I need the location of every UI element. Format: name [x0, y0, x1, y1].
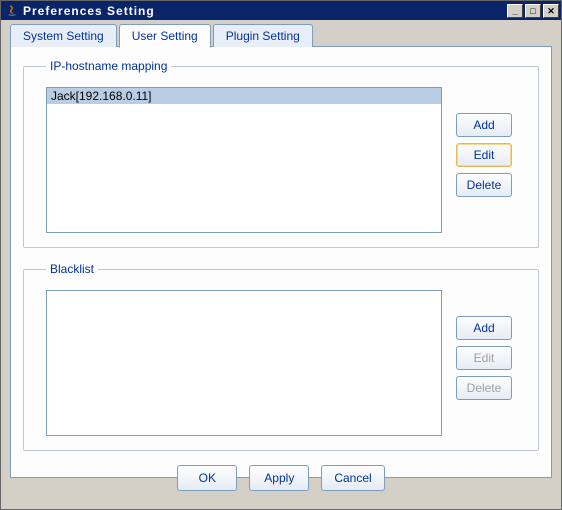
window-title: Preferences Setting [23, 4, 507, 18]
mapping-buttons: Add Edit Delete [456, 87, 512, 233]
close-button[interactable]: ✕ [543, 4, 559, 18]
titlebar[interactable]: Preferences Setting _ □ ✕ [1, 1, 561, 20]
blacklist-listbox[interactable] [46, 290, 442, 436]
ip-hostname-mapping-section: IP-hostname mapping Jack[192.168.0.11] A… [23, 59, 539, 248]
cancel-button[interactable]: Cancel [321, 465, 384, 491]
tab-system-setting[interactable]: System Setting [10, 24, 117, 47]
section-legend: Blacklist [46, 262, 98, 276]
blacklist-edit-button[interactable]: Edit [456, 346, 512, 370]
mapping-edit-button[interactable]: Edit [456, 143, 512, 167]
tab-user-setting[interactable]: User Setting [119, 24, 211, 48]
mapping-add-button[interactable]: Add [456, 113, 512, 137]
tab-plugin-setting[interactable]: Plugin Setting [213, 24, 313, 47]
tab-panel-user-setting: IP-hostname mapping Jack[192.168.0.11] A… [10, 46, 552, 478]
tab-label: System Setting [23, 29, 104, 43]
blacklist-add-button[interactable]: Add [456, 316, 512, 340]
section-legend: IP-hostname mapping [46, 59, 171, 73]
java-icon [5, 4, 19, 18]
blacklist-buttons: Add Edit Delete [456, 290, 512, 436]
list-item[interactable]: Jack[192.168.0.11] [47, 88, 441, 104]
tab-label: Plugin Setting [226, 29, 300, 43]
apply-button[interactable]: Apply [249, 465, 309, 491]
tab-strip: System Setting User Setting Plugin Setti… [10, 24, 552, 47]
blacklist-section: Blacklist Add Edit Delete [23, 262, 539, 451]
blacklist-delete-button[interactable]: Delete [456, 376, 512, 400]
preferences-window: Preferences Setting _ □ ✕ System Setting… [0, 0, 562, 510]
maximize-button[interactable]: □ [525, 4, 541, 18]
titlebar-buttons: _ □ ✕ [507, 4, 559, 18]
content-area: System Setting User Setting Plugin Setti… [1, 20, 561, 488]
mapping-delete-button[interactable]: Delete [456, 173, 512, 197]
dialog-footer-buttons: OK Apply Cancel [23, 465, 539, 491]
ok-button[interactable]: OK [177, 465, 237, 491]
mapping-listbox[interactable]: Jack[192.168.0.11] [46, 87, 442, 233]
tab-label: User Setting [132, 29, 198, 43]
minimize-button[interactable]: _ [507, 4, 523, 18]
